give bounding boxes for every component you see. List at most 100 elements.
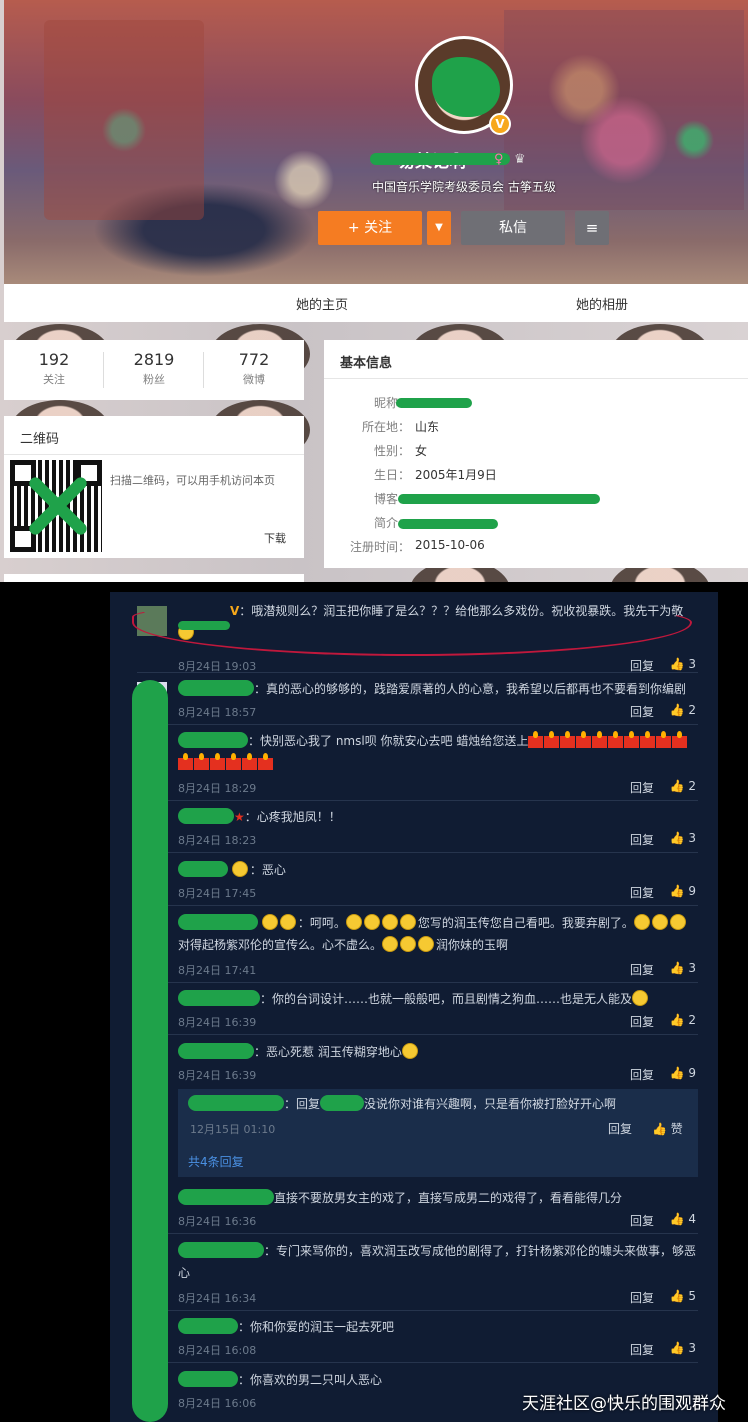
stat-posts[interactable]: 772 微博	[204, 350, 304, 387]
tab-album[interactable]: 她的相册	[576, 294, 628, 313]
thumbs-up-icon: 👍	[652, 1122, 667, 1136]
reply-button[interactable]: 回复	[630, 831, 654, 848]
thumbs-up-icon: 👍	[669, 831, 685, 845]
comment-time: 8月24日 18:57	[178, 706, 257, 719]
qr-description: 扫描二维码，可以用手机访问本页	[110, 474, 275, 487]
like-button[interactable]: 👍 3	[670, 1341, 696, 1355]
reply-button[interactable]: 回复	[630, 703, 654, 720]
qr-title: 二维码	[20, 432, 60, 447]
comment-time: 8月24日 16:34	[178, 1292, 257, 1305]
thumbs-up-icon: 👍	[669, 961, 685, 975]
reply-button[interactable]: 回复	[630, 961, 654, 978]
comment-time: 8月24日 17:45	[178, 887, 257, 900]
thumbs-up-icon: 👍	[669, 779, 685, 793]
redaction-mark	[132, 680, 168, 1422]
comment-text: ：心疼我旭凤！！	[244, 810, 341, 824]
basic-info-title: 基本信息	[340, 356, 393, 371]
comment-text: ：你喜欢的男二只叫人恶心	[238, 1373, 383, 1387]
stat-followers[interactable]: 2819 粉丝	[104, 350, 204, 387]
comment-time: 8月24日 16:08	[178, 1344, 257, 1357]
thumbs-up-icon: 👍	[669, 1341, 685, 1355]
sub-reply-text: 没说你对谁有兴趣啊，只是看你被打脸好开心啊	[364, 1097, 617, 1111]
watermark-text: 天涯社区@快乐的围观群众	[522, 1394, 726, 1414]
stat-following[interactable]: 192 关注	[4, 350, 104, 387]
more-replies-link[interactable]: 共4条回复	[188, 1153, 244, 1170]
sub-reply-time: 12月15日 01:10	[190, 1123, 276, 1136]
thumbs-up-icon: 👍	[669, 1066, 685, 1080]
like-button[interactable]: 👍 5	[670, 1289, 696, 1303]
comment-text: ：专门来骂你的，喜欢润玉改写成他的剧得了，打针杨紫邓伦的噱头来做事，够恶	[264, 1244, 697, 1258]
like-button[interactable]: 👍 9	[670, 1066, 696, 1080]
basic-info-card: 基本信息 昵称： 所在地： 山东 性别：女 生日： 2005年1月9日 博客： 简介…	[324, 340, 748, 568]
reply-button[interactable]: 回复	[630, 884, 654, 901]
info-row-birthday: 生日： 2005年1月9日	[373, 468, 497, 482]
comment-text: ：恶心	[249, 863, 286, 877]
tab-home[interactable]: 她的主页	[296, 294, 348, 313]
profile-tabs: 她的主页 她的相册	[4, 284, 748, 322]
comment-time: 8月24日 18:23	[178, 834, 257, 847]
thumbs-up-icon: 👍	[669, 1212, 685, 1226]
comment-text: ：真的恶心的够够的，践踏爱原著的人的心意，我希望以后都再也不要看到你编剧	[254, 682, 687, 696]
comment-text: 直接不要放男女主的戏了，直接写成男二的戏得了，看看能得几分	[274, 1191, 623, 1205]
female-icon: ♀	[494, 152, 504, 167]
sub-reply-button[interactable]: 回复	[608, 1120, 632, 1137]
verified-badge-icon: V	[489, 113, 511, 135]
stats-card: 192 关注 2819 粉丝 772 微博	[4, 340, 304, 400]
chevron-down-icon: ▼	[435, 222, 443, 233]
comment-time: 8月24日 16:39	[178, 1016, 257, 1029]
qr-card: 二维码 扫描二维码，可以用手机访问本页 下载	[4, 416, 304, 558]
reply-button[interactable]: 回复	[630, 1212, 654, 1229]
comment-time: 8月24日 18:29	[178, 782, 257, 795]
more-menu-button[interactable]: ≡	[575, 211, 609, 245]
info-row-intro: 简介：	[324, 514, 748, 534]
like-button[interactable]: 👍 3	[670, 657, 696, 671]
like-button[interactable]: 👍 3	[670, 961, 696, 975]
thumbs-up-icon: 👍	[669, 703, 685, 717]
sub-like-button[interactable]: 👍 赞	[652, 1120, 683, 1137]
reply-button[interactable]: 回复	[630, 1066, 654, 1083]
comment-text: ：你的台词设计……也就一般般吧，而且剧情之狗血……也是无人能及	[260, 992, 633, 1006]
qr-code-image	[10, 460, 102, 552]
annotation-underline	[132, 600, 692, 656]
like-button[interactable]: 👍 3	[670, 831, 696, 845]
comment-time: 8月24日 17:41	[178, 964, 257, 977]
profile-nickname: 易某记啊	[370, 147, 530, 172]
profile-page: V 易某记啊 ♀ ♛ 中国音乐学院考级委员会 古筝五级 + 关注 ▼ 私信 ≡ …	[0, 0, 748, 582]
crown-icon: ♛	[514, 152, 526, 167]
verification-description: 中国音乐学院考级委员会 古筝五级	[372, 180, 556, 194]
thumbs-up-icon: 👍	[669, 884, 685, 898]
info-row-nickname: 昵称：	[324, 394, 748, 414]
reply-button[interactable]: 回复	[630, 1289, 654, 1306]
menu-icon: ≡	[585, 219, 599, 237]
info-row-blog: 博客：	[324, 490, 748, 510]
reply-button[interactable]: 回复	[630, 1013, 654, 1030]
reply-button[interactable]: 回复	[630, 779, 654, 796]
info-row-register-date: 注册时间： 2015-10-06	[349, 538, 485, 554]
sub-reply-box: ：回复 没说你对谁有兴趣啊，只是看你被打脸好开心啊 12月15日 01:10 回复…	[178, 1089, 698, 1177]
like-button[interactable]: 👍 2	[670, 779, 696, 793]
comment-time: 8月24日 16:06	[178, 1397, 257, 1410]
like-button[interactable]: 👍 2	[670, 1013, 696, 1027]
reply-button[interactable]: 回复	[630, 1341, 654, 1358]
follow-button[interactable]: + 关注	[318, 211, 422, 245]
comment-time: 8月24日 16:36	[178, 1215, 257, 1228]
thumbs-up-icon: 👍	[669, 1013, 685, 1027]
comment-text: ：你和你爱的润玉一起去死吧	[238, 1320, 395, 1334]
info-row-gender: 性别：女	[373, 444, 428, 458]
like-button[interactable]: 👍 2	[670, 703, 696, 717]
comment-text: ：呵呵。	[297, 916, 346, 930]
thumbs-up-icon: 👍	[669, 657, 685, 671]
comment-time: 8月24日 16:39	[178, 1069, 257, 1082]
info-row-location: 所在地： 山东	[361, 420, 440, 434]
sub-reply-prefix: ：回复	[284, 1097, 321, 1111]
comment-list: V：哦潜规则么？润玉把你睡了是么？？？给他那么多戏份。祝收视暴跌。我先干为敬 8…	[110, 592, 718, 1422]
like-button[interactable]: 👍 4	[670, 1212, 696, 1226]
follow-dropdown-button[interactable]: ▼	[427, 211, 451, 245]
message-button[interactable]: 私信	[461, 211, 565, 245]
comment-text: ：快别恶心我了 nmsl呗 你就安心去吧 蜡烛给您送上	[248, 734, 529, 748]
comment-text: ：恶心死惹 润玉传糊穿地心	[254, 1045, 402, 1059]
like-button[interactable]: 👍 9	[670, 884, 696, 898]
qr-download-link[interactable]: 下载	[264, 530, 286, 546]
thumbs-up-icon: 👍	[669, 1289, 685, 1303]
emoji-icon	[231, 861, 248, 877]
